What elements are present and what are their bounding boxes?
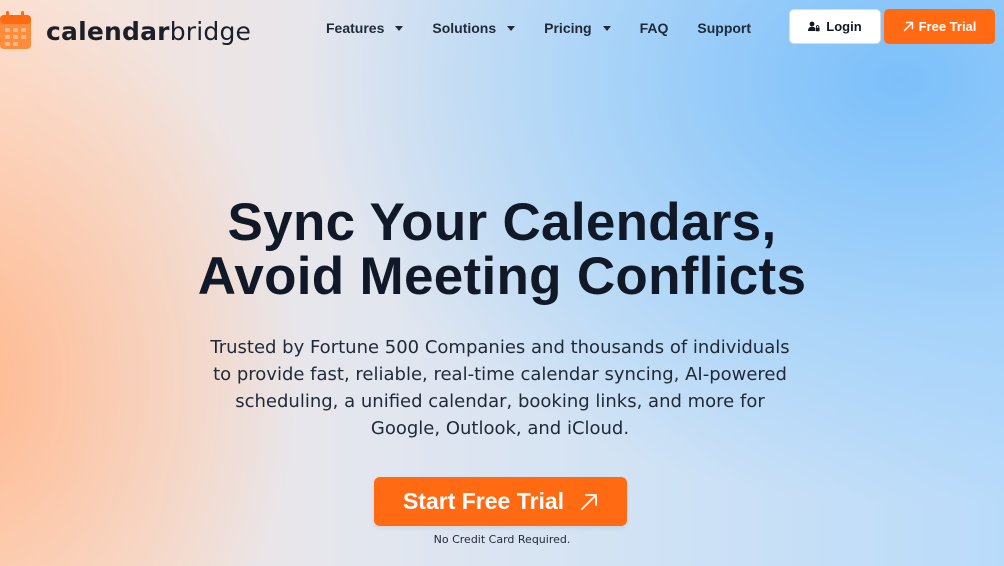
hero-title-line-1: Sync Your Calendars, xyxy=(227,193,777,252)
main-nav: Features Solutions Pricing FAQ Support xyxy=(326,20,780,36)
brand-name-bold: calendar xyxy=(46,16,170,46)
hero-title-line-2: Avoid Meeting Conflicts xyxy=(197,247,807,306)
chevron-down-icon xyxy=(602,25,611,31)
brand-name: calendarbridge xyxy=(46,19,251,44)
hero-title: Sync Your Calendars, Avoid Meeting Confl… xyxy=(0,196,1004,304)
no-credit-card-note: No Credit Card Required. xyxy=(433,533,571,546)
nav-item-label: Solutions xyxy=(432,20,497,36)
nav-item-label: Support xyxy=(697,20,752,36)
cta-label: Start Free Trial xyxy=(402,488,565,514)
free-trial-label: Free Trial xyxy=(918,19,977,34)
start-free-trial-button[interactable]: Start Free Trial xyxy=(374,477,627,526)
calendar-grid-icon xyxy=(0,11,34,51)
free-trial-button[interactable]: Free Trial xyxy=(884,9,995,44)
login-label: Login xyxy=(826,19,862,34)
chevron-down-icon xyxy=(507,25,516,31)
nav-item-pricing[interactable]: Pricing xyxy=(544,20,611,36)
nav-item-solutions[interactable]: Solutions xyxy=(432,20,516,36)
login-button[interactable]: Login xyxy=(789,9,881,44)
brand-name-regular: bridge xyxy=(169,16,252,46)
nav-item-faq[interactable]: FAQ xyxy=(640,20,669,36)
user-lock-icon xyxy=(808,21,820,32)
brand-logo[interactable]: calendarbridge xyxy=(0,11,251,51)
nav-item-label: Pricing xyxy=(544,20,592,36)
nav-item-label: FAQ xyxy=(639,20,669,36)
hero-subtitle: Trusted by Fortune 500 Companies and tho… xyxy=(210,337,790,439)
nav-item-label: Features xyxy=(326,20,385,36)
nav-item-support[interactable]: Support xyxy=(697,20,751,36)
arrow-up-right-icon xyxy=(581,493,597,510)
nav-item-features[interactable]: Features xyxy=(326,20,404,36)
chevron-down-icon xyxy=(395,25,404,31)
arrow-up-right-icon xyxy=(903,21,913,32)
